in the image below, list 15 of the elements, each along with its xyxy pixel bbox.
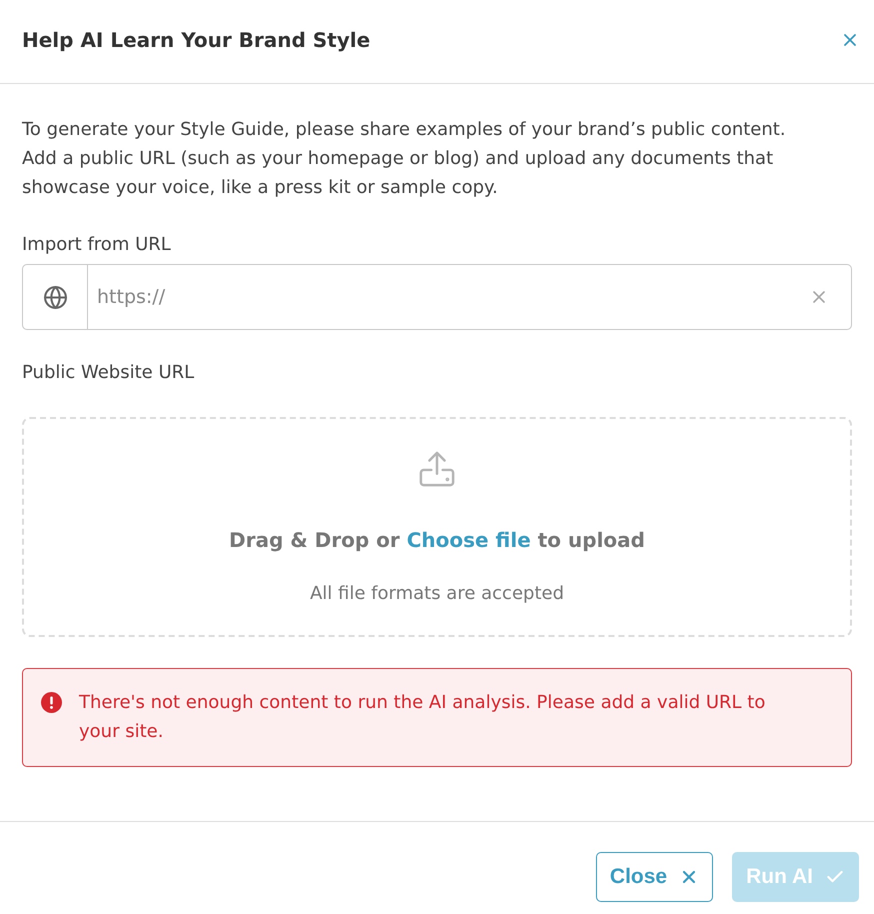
url-field[interactable]: https:// xyxy=(22,264,852,330)
dialog-title: Help AI Learn Your Brand Style xyxy=(22,26,370,54)
choose-file-link[interactable]: Choose file xyxy=(406,528,531,552)
field-label: Import from URL xyxy=(22,233,172,257)
upload-dropzone[interactable]: Drag & Drop or Choose file to upload All file formats are accepted xyxy=(22,417,852,637)
upload-prompt: Drag & Drop or Choose file to upload xyxy=(229,527,645,554)
field-label: Public Website URL xyxy=(22,361,196,385)
error-message: There's not enough content to run the AI analysis. Please add a valid URL to your site. xyxy=(79,691,766,744)
description-text: To generate your Style Guide, please share examples of your brand’s public content. Add a public URL (such as your homepage or blog) and upload any documents that showcase your voice, like a press kit or sample copy. xyxy=(22,118,787,200)
upload-hint: All file formats are accepted xyxy=(310,582,564,606)
close-button[interactable]: Close xyxy=(596,852,714,902)
alert-icon xyxy=(41,692,62,713)
upload-icon xyxy=(419,451,455,487)
globe-icon xyxy=(42,284,68,310)
url-input[interactable]: https:// xyxy=(88,265,786,329)
